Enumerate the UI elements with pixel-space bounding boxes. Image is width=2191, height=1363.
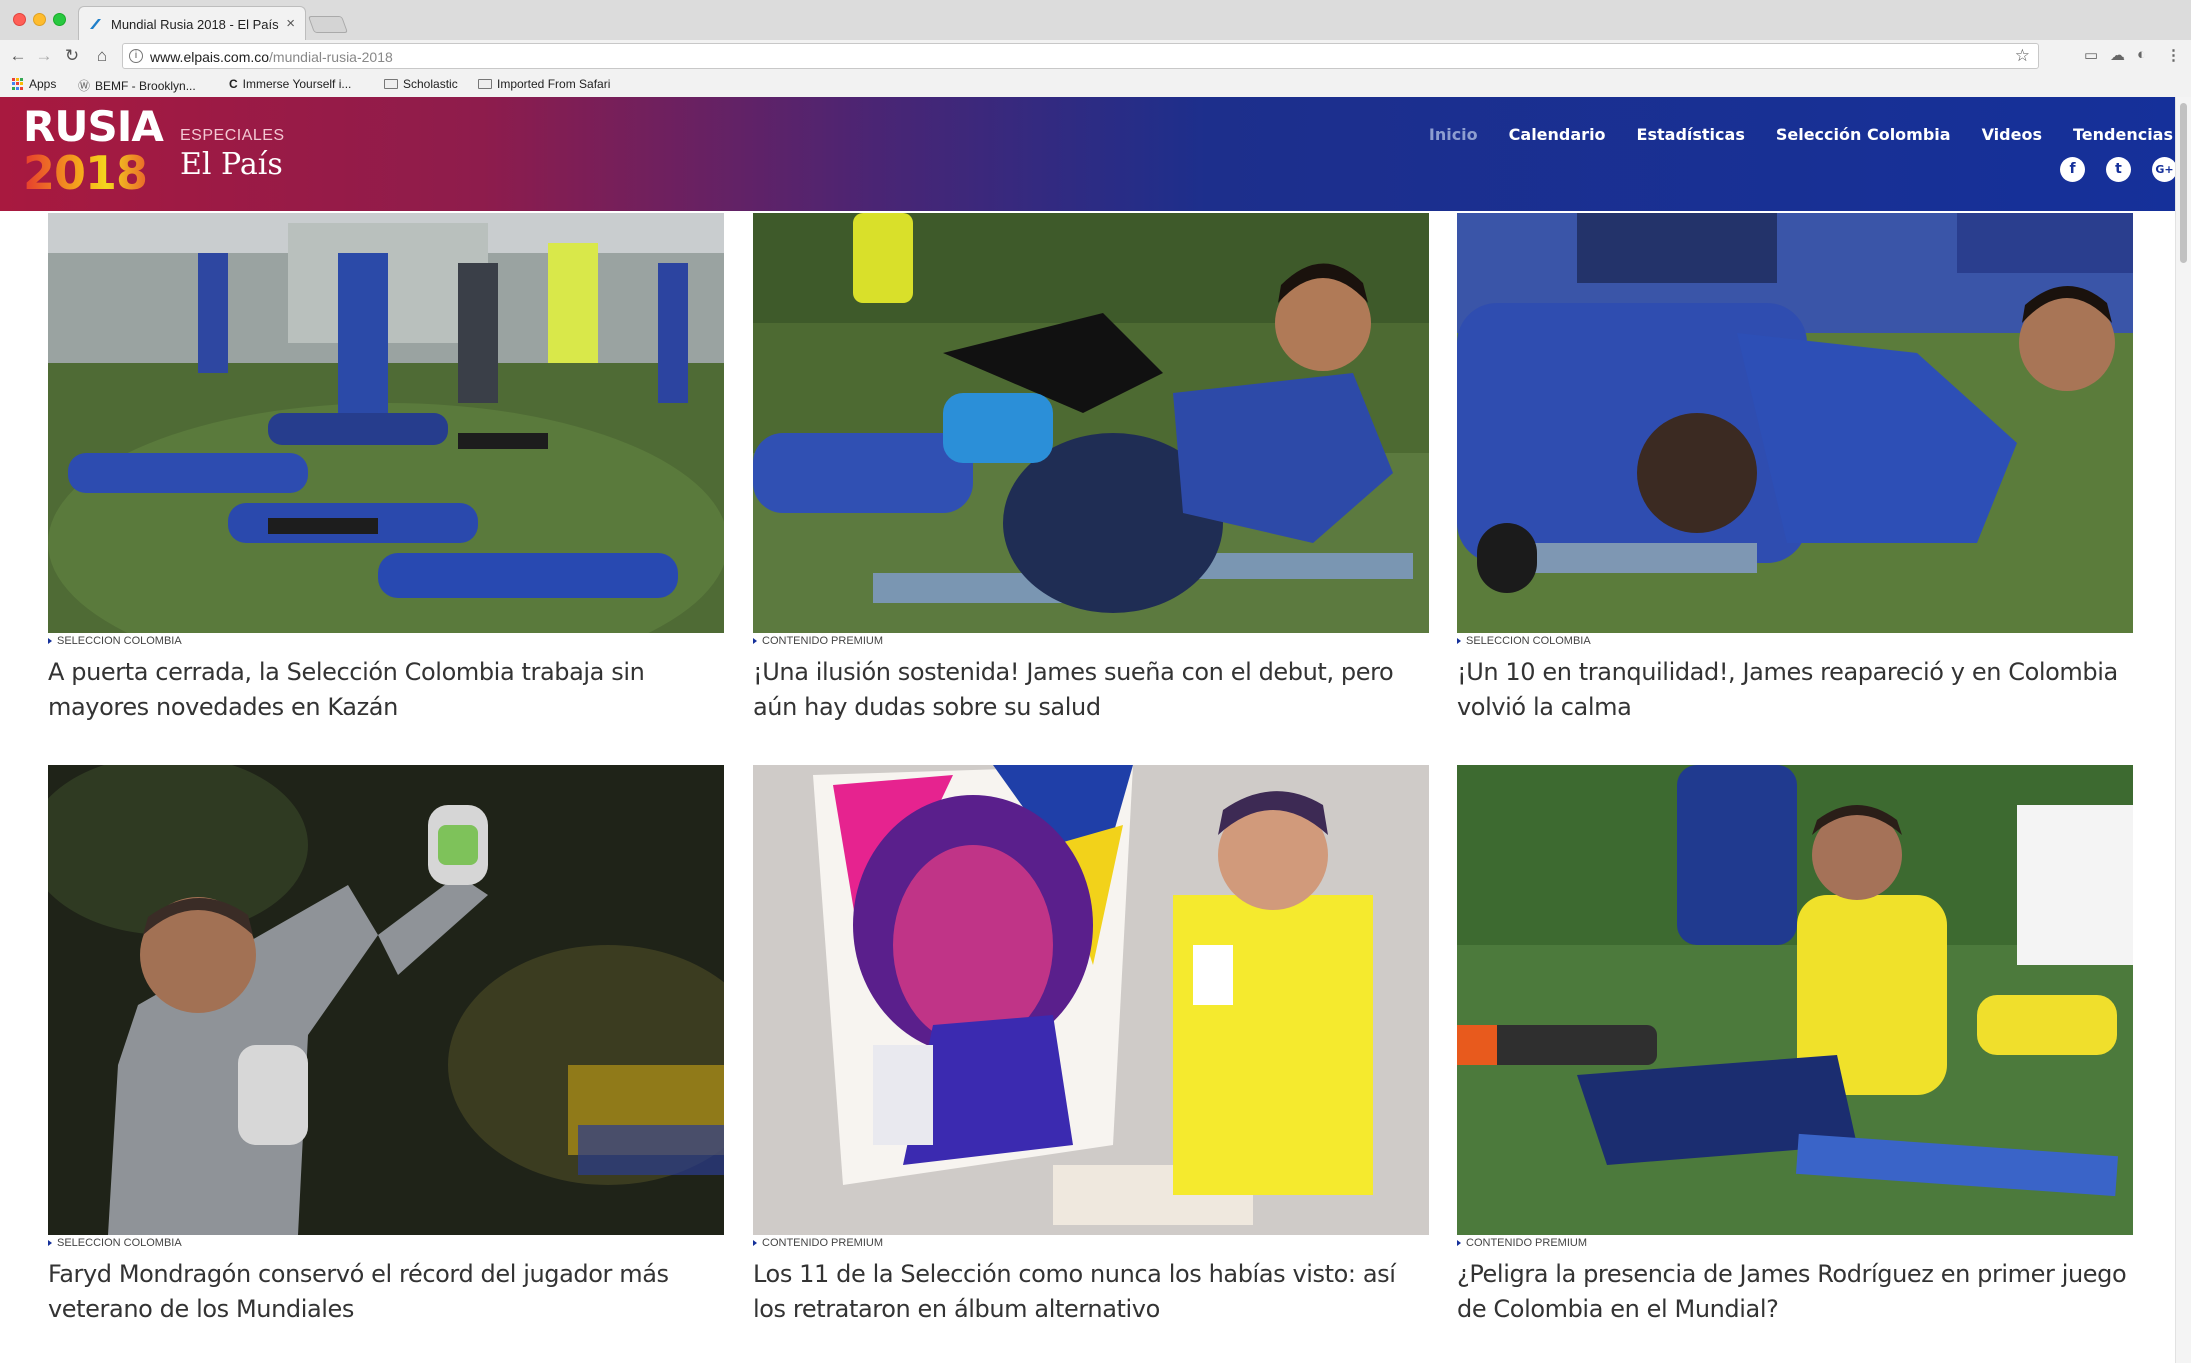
twitter-icon[interactable]: t xyxy=(2106,157,2131,182)
site-header: RUSIA 2018 ESPECIALES El País Inicio Cal… xyxy=(0,97,2191,211)
especiales-el-pais-logo[interactable]: ESPECIALES El País xyxy=(180,127,285,182)
site-icon: Ⓦ xyxy=(78,79,91,93)
extension-circle-icon[interactable]: ◐ xyxy=(2137,46,2146,63)
article-photo[interactable] xyxy=(48,213,724,633)
james-sit-up-photo xyxy=(753,213,1429,633)
article-card[interactable]: SELECCION COLOMBIA ¡Un 10 en tranquilida… xyxy=(1457,213,2133,725)
category-marker-icon xyxy=(753,1240,757,1246)
bookmarks-bar: Apps Ⓦ BEMF - Brooklyn... C Immerse Your… xyxy=(0,72,2191,97)
article-headline[interactable]: ¡Una ilusión sostenida! James sueña con … xyxy=(753,655,1429,725)
article-photo[interactable] xyxy=(753,765,1429,1235)
articles-grid: SELECCION COLOMBIA A puerta cerrada, la … xyxy=(0,211,2175,1363)
bookmark-scholastic[interactable]: Scholastic xyxy=(384,77,458,91)
article-photo[interactable] xyxy=(1457,213,2133,633)
extension-cloud-icon[interactable]: ☁ xyxy=(2110,46,2125,64)
goalkeeper-celebrating-photo xyxy=(48,765,724,1235)
category-marker-icon xyxy=(1457,1240,1461,1246)
scrollbar-thumb[interactable] xyxy=(2180,103,2187,263)
article-headline[interactable]: Los 11 de la Selección como nunca los ha… xyxy=(753,1257,1429,1327)
nav-seleccion-colombia[interactable]: Selección Colombia xyxy=(1776,125,1951,144)
article-card[interactable]: CONTENIDO PREMIUM ¡Una ilusión sostenida… xyxy=(753,213,1429,725)
browser-toolbar: ← → ↻ ⌂ i www.elpais.com.co/mundial-rusi… xyxy=(0,40,2191,72)
site-icon: C xyxy=(229,77,238,91)
article-headline[interactable]: ¿Peligra la presencia de James Rodríguez… xyxy=(1457,1257,2133,1327)
main-navigation: Inicio Calendario Estadísticas Selección… xyxy=(1398,125,2173,144)
article-category[interactable]: SELECCION COLOMBIA xyxy=(1457,633,2133,649)
apps-grid-icon xyxy=(12,78,24,90)
article-card[interactable]: CONTENIDO PREMIUM Los 11 de la Selección… xyxy=(753,765,1429,1327)
tab-title: Mundial Rusia 2018 - El País xyxy=(111,17,279,32)
article-photo[interactable] xyxy=(1457,765,2133,1235)
minimize-window-button[interactable] xyxy=(33,13,46,26)
nav-videos[interactable]: Videos xyxy=(1982,125,2042,144)
bookmark-star-icon[interactable]: ☆ xyxy=(2015,46,2030,66)
training-team-stretching-photo xyxy=(48,213,724,633)
home-icon[interactable]: ⌂ xyxy=(92,46,112,66)
tab-close-icon[interactable]: × xyxy=(286,15,295,32)
google-plus-icon[interactable]: G+ xyxy=(2152,157,2177,182)
article-card[interactable]: SELECCION COLOMBIA Faryd Mondragón conse… xyxy=(48,765,724,1327)
menu-kebab-icon[interactable]: ⋮ xyxy=(2166,46,2181,64)
el-pais-favicon-icon xyxy=(90,19,101,29)
social-links: f t G+ xyxy=(2060,157,2177,182)
article-category[interactable]: CONTENIDO PREMIUM xyxy=(753,1235,1429,1251)
bookmark-imported-from-safari[interactable]: Imported From Safari xyxy=(478,77,610,91)
article-category[interactable]: SELECCION COLOMBIA xyxy=(48,1235,724,1251)
category-marker-icon xyxy=(48,638,52,644)
bookmark-apps[interactable]: Apps xyxy=(12,77,56,91)
url-text[interactable]: www.elpais.com.co/mundial-rusia-2018 xyxy=(150,49,393,65)
bookmark-immerse[interactable]: C Immerse Yourself i... xyxy=(229,77,351,91)
category-marker-icon xyxy=(753,638,757,644)
rusia-2018-logo[interactable]: RUSIA 2018 xyxy=(23,102,164,198)
forward-arrow-icon[interactable]: → xyxy=(34,46,54,66)
el-pais-wordmark: El País xyxy=(180,147,283,182)
article-headline[interactable]: ¡Un 10 en tranquilidad!, James reapareci… xyxy=(1457,655,2133,725)
article-headline[interactable]: Faryd Mondragón conservó el récord del j… xyxy=(48,1257,724,1327)
page-scrollbar[interactable] xyxy=(2175,97,2191,1363)
close-window-button[interactable] xyxy=(13,13,26,26)
nav-estadisticas[interactable]: Estadísticas xyxy=(1637,125,1745,144)
address-bar[interactable]: i www.elpais.com.co/mundial-rusia-2018 ☆ xyxy=(122,43,2039,69)
back-arrow-icon[interactable]: ← xyxy=(8,46,28,66)
folder-icon xyxy=(384,79,398,89)
new-tab-button[interactable] xyxy=(307,16,349,33)
article-category[interactable]: SELECCION COLOMBIA xyxy=(48,633,724,649)
bookmark-bemf[interactable]: Ⓦ BEMF - Brooklyn... xyxy=(78,77,196,94)
james-push-up-photo xyxy=(1457,213,2133,633)
nav-calendario[interactable]: Calendario xyxy=(1509,125,1606,144)
especiales-label: ESPECIALES xyxy=(180,127,285,144)
facebook-icon[interactable]: f xyxy=(2060,157,2085,182)
article-category[interactable]: CONTENIDO PREMIUM xyxy=(1457,1235,2133,1251)
category-marker-icon xyxy=(48,1240,52,1246)
article-photo[interactable] xyxy=(48,765,724,1235)
article-card[interactable]: CONTENIDO PREMIUM ¿Peligra la presencia … xyxy=(1457,765,2133,1327)
logo-year-text: 2018 xyxy=(23,149,163,197)
james-seated-yellow-photo xyxy=(1457,765,2133,1235)
article-card[interactable]: SELECCION COLOMBIA A puerta cerrada, la … xyxy=(48,213,724,725)
nav-tendencias[interactable]: Tendencias xyxy=(2073,125,2173,144)
article-category[interactable]: CONTENIDO PREMIUM xyxy=(753,633,1429,649)
nav-inicio[interactable]: Inicio xyxy=(1429,125,1478,144)
browser-tab[interactable]: Mundial Rusia 2018 - El País × xyxy=(78,6,306,40)
category-marker-icon xyxy=(1457,638,1461,644)
cast-icon[interactable]: ▭ xyxy=(2084,46,2098,64)
article-headline[interactable]: A puerta cerrada, la Selección Colombia … xyxy=(48,655,724,725)
logo-rusia-text: RUSIA xyxy=(23,102,164,151)
reload-icon[interactable]: ↻ xyxy=(62,46,82,66)
site-info-icon[interactable]: i xyxy=(129,49,143,63)
article-photo[interactable] xyxy=(753,213,1429,633)
browser-chrome: Mundial Rusia 2018 - El País × ← → ↻ ⌂ i… xyxy=(0,0,2191,97)
folder-icon xyxy=(478,79,492,89)
tab-strip: Mundial Rusia 2018 - El País × xyxy=(0,0,2191,40)
poster-artwork-photo xyxy=(753,765,1429,1235)
zoom-window-button[interactable] xyxy=(53,13,66,26)
